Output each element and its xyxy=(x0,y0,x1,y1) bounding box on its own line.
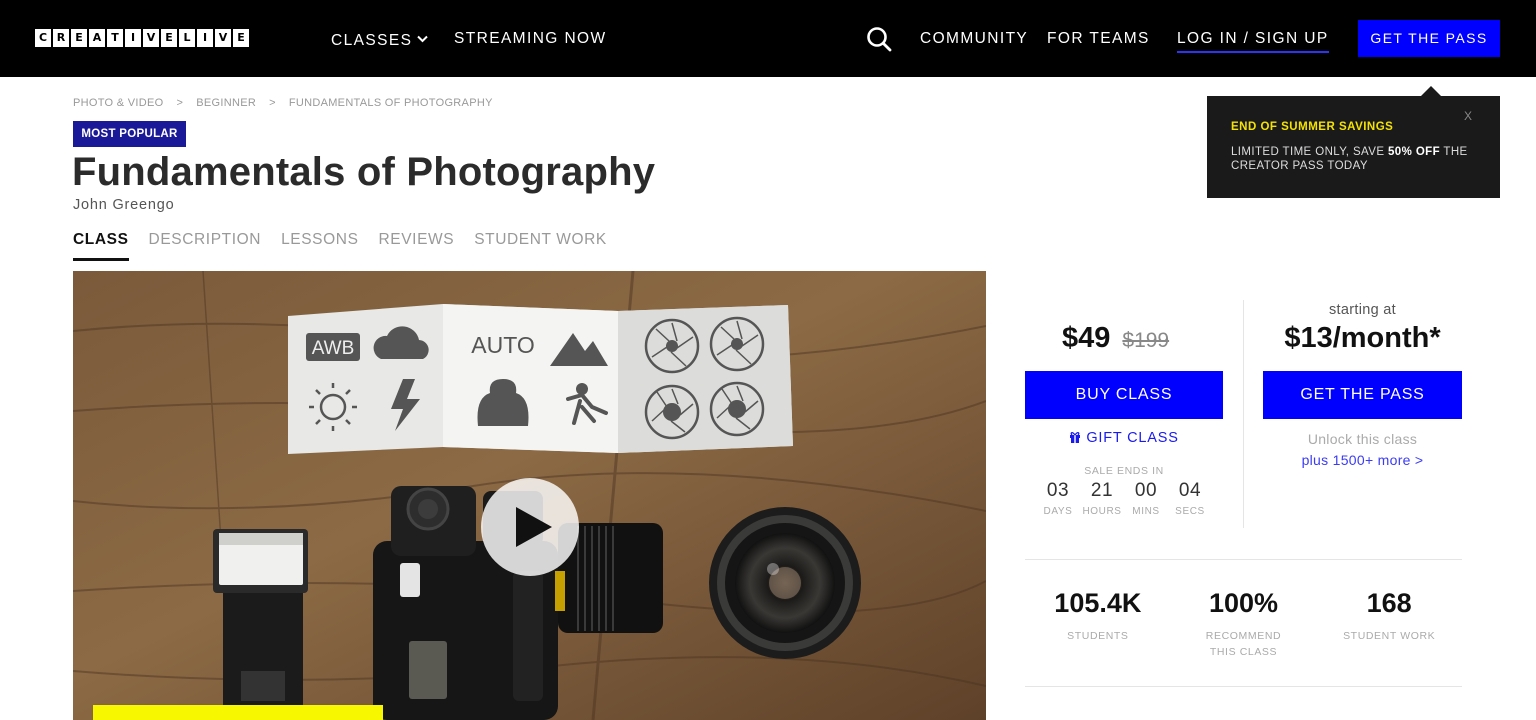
breadcrumb-beginner[interactable]: BEGINNER xyxy=(196,97,256,109)
close-icon[interactable]: X xyxy=(1464,109,1472,123)
chevron-down-icon xyxy=(417,30,429,48)
auto-label: AUTO xyxy=(471,332,534,358)
sale-price: $49 xyxy=(1062,322,1111,354)
top-nav: C R E A T I V E L I V E CLASSES STREAMIN… xyxy=(0,0,1536,77)
nav-login-signup[interactable]: LOG IN / SIGN UP xyxy=(1177,30,1329,53)
stats-divider-top xyxy=(1025,559,1462,560)
logo-letter: A xyxy=(89,29,105,47)
logo-letter: R xyxy=(53,29,69,47)
gift-class-link[interactable]: GIFT CLASS xyxy=(1025,430,1223,446)
buy-class-button[interactable]: BUY CLASS xyxy=(1025,371,1223,419)
countdown-days: 03 DAYS xyxy=(1036,480,1080,517)
logo-letter: I xyxy=(197,29,213,47)
creativelive-logo[interactable]: C R E A T I V E L I V E xyxy=(35,29,249,47)
breadcrumb-separator: > xyxy=(176,97,184,109)
tab-class[interactable]: CLASS xyxy=(73,231,129,261)
stat-students: 105.4K STUDENTS xyxy=(1025,588,1171,660)
countdown-unit: MINS xyxy=(1132,506,1160,517)
nav-streaming-now[interactable]: STREAMING NOW xyxy=(454,30,607,48)
countdown-unit: SECS xyxy=(1175,506,1205,517)
promo-title: END OF SUMMER SAVINGS xyxy=(1231,121,1394,133)
stat-label: RECOMMEND THIS CLASS xyxy=(1205,630,1282,658)
countdown-hours: 21 HOURS xyxy=(1080,480,1124,517)
search-icon[interactable] xyxy=(866,26,892,52)
breadcrumb-current[interactable]: FUNDAMENTALS OF PHOTOGRAPHY xyxy=(289,97,493,109)
stat-label: STUDENTS xyxy=(1067,630,1129,642)
page-title: Fundamentals of Photography xyxy=(72,150,656,194)
breadcrumb-separator: > xyxy=(269,97,276,109)
logo-letter: E xyxy=(233,29,249,47)
unlock-class-text: Unlock this class xyxy=(1307,431,1418,447)
logo-letter: E xyxy=(161,29,177,47)
logo-letter: T xyxy=(107,29,123,47)
countdown-value: 03 xyxy=(1046,480,1070,501)
stat-label: STUDENT WORK xyxy=(1343,630,1436,642)
countdown-unit: DAYS xyxy=(1043,506,1073,517)
promo-body: LIMITED TIME ONLY, SAVE 50% OFF THE CREA… xyxy=(1231,145,1481,173)
countdown-value: 00 xyxy=(1134,480,1158,501)
tab-lessons[interactable]: LESSONS xyxy=(281,231,358,261)
awb-label: AWB xyxy=(312,338,355,359)
stat-student-work[interactable]: 168 STUDENT WORK xyxy=(1316,588,1462,660)
plus-more-link[interactable]: plus 1500+ more > xyxy=(1263,452,1462,468)
promo-pointer xyxy=(1421,86,1441,96)
stat-value: 168 xyxy=(1366,588,1412,618)
stats-divider-bottom xyxy=(1025,686,1462,687)
countdown-value: 21 xyxy=(1090,480,1114,501)
logo-letter: E xyxy=(71,29,87,47)
nav-classes-label: CLASSES xyxy=(331,32,413,49)
sale-countdown: 03 DAYS 21 HOURS 00 MINS 04 SECS xyxy=(1036,480,1212,517)
logo-letter: C xyxy=(35,29,51,47)
nav-classes-dropdown[interactable]: CLASSES xyxy=(331,30,429,50)
camera-settings-card: AWB AUTO xyxy=(288,304,793,454)
class-video-thumbnail[interactable]: AWB AUTO xyxy=(73,271,986,720)
tab-reviews[interactable]: REVIEWS xyxy=(379,231,455,261)
lens xyxy=(709,507,861,659)
logo-letter: L xyxy=(179,29,195,47)
monthly-price: $13/month* xyxy=(1284,322,1441,354)
logo-letter: V xyxy=(143,29,159,47)
gift-class-label: GIFT CLASS xyxy=(1086,430,1179,446)
starting-at-label: starting at xyxy=(1329,302,1396,318)
instructor-name[interactable]: John Greengo xyxy=(73,197,175,213)
logo-letter: V xyxy=(215,29,231,47)
breadcrumb-photo-video[interactable]: PHOTO & VIDEO xyxy=(73,97,164,109)
promo-body-highlight: 50% OFF xyxy=(1388,146,1441,158)
countdown-unit: HOURS xyxy=(1082,506,1122,517)
countdown-value: 04 xyxy=(1178,480,1202,501)
nav-for-teams[interactable]: FOR TEAMS xyxy=(1047,30,1150,48)
nav-get-the-pass-button[interactable]: GET THE PASS xyxy=(1358,20,1500,57)
video-caption-bar xyxy=(93,705,383,720)
promo-popup: END OF SUMMER SAVINGS LIMITED TIME ONLY,… xyxy=(1207,96,1500,198)
promo-body-prefix: LIMITED TIME ONLY, SAVE xyxy=(1231,146,1389,158)
stat-value: 105.4K xyxy=(1054,588,1142,618)
course-tabs: CLASS DESCRIPTION LESSONS REVIEWS STUDEN… xyxy=(73,231,607,261)
class-price: $49 $199 xyxy=(1062,322,1169,355)
class-stats: 105.4K STUDENTS 100% RECOMMEND THIS CLASS … xyxy=(1025,588,1462,660)
stat-recommend: 100% RECOMMEND THIS CLASS xyxy=(1171,588,1317,660)
nav-community[interactable]: COMMUNITY xyxy=(920,30,1028,48)
play-button[interactable] xyxy=(481,478,579,576)
tab-description[interactable]: DESCRIPTION xyxy=(149,231,262,261)
tab-student-work[interactable]: STUDENT WORK xyxy=(474,231,607,261)
play-icon xyxy=(516,507,552,547)
panel-divider xyxy=(1243,300,1244,528)
countdown-secs: 04 SECS xyxy=(1168,480,1212,517)
original-price: $199 xyxy=(1122,329,1170,352)
flash-unit xyxy=(213,529,308,720)
gift-icon xyxy=(1069,430,1086,446)
breadcrumb: PHOTO & VIDEO > BEGINNER > FUNDAMENTALS … xyxy=(73,97,493,109)
countdown-mins: 00 MINS xyxy=(1124,480,1168,517)
logo-letter: I xyxy=(125,29,141,47)
get-the-pass-button[interactable]: GET THE PASS xyxy=(1263,371,1462,419)
sale-ends-label: SALE ENDS IN xyxy=(1084,465,1164,477)
most-popular-badge: MOST POPULAR xyxy=(73,121,186,147)
stat-value: 100% xyxy=(1208,588,1279,618)
